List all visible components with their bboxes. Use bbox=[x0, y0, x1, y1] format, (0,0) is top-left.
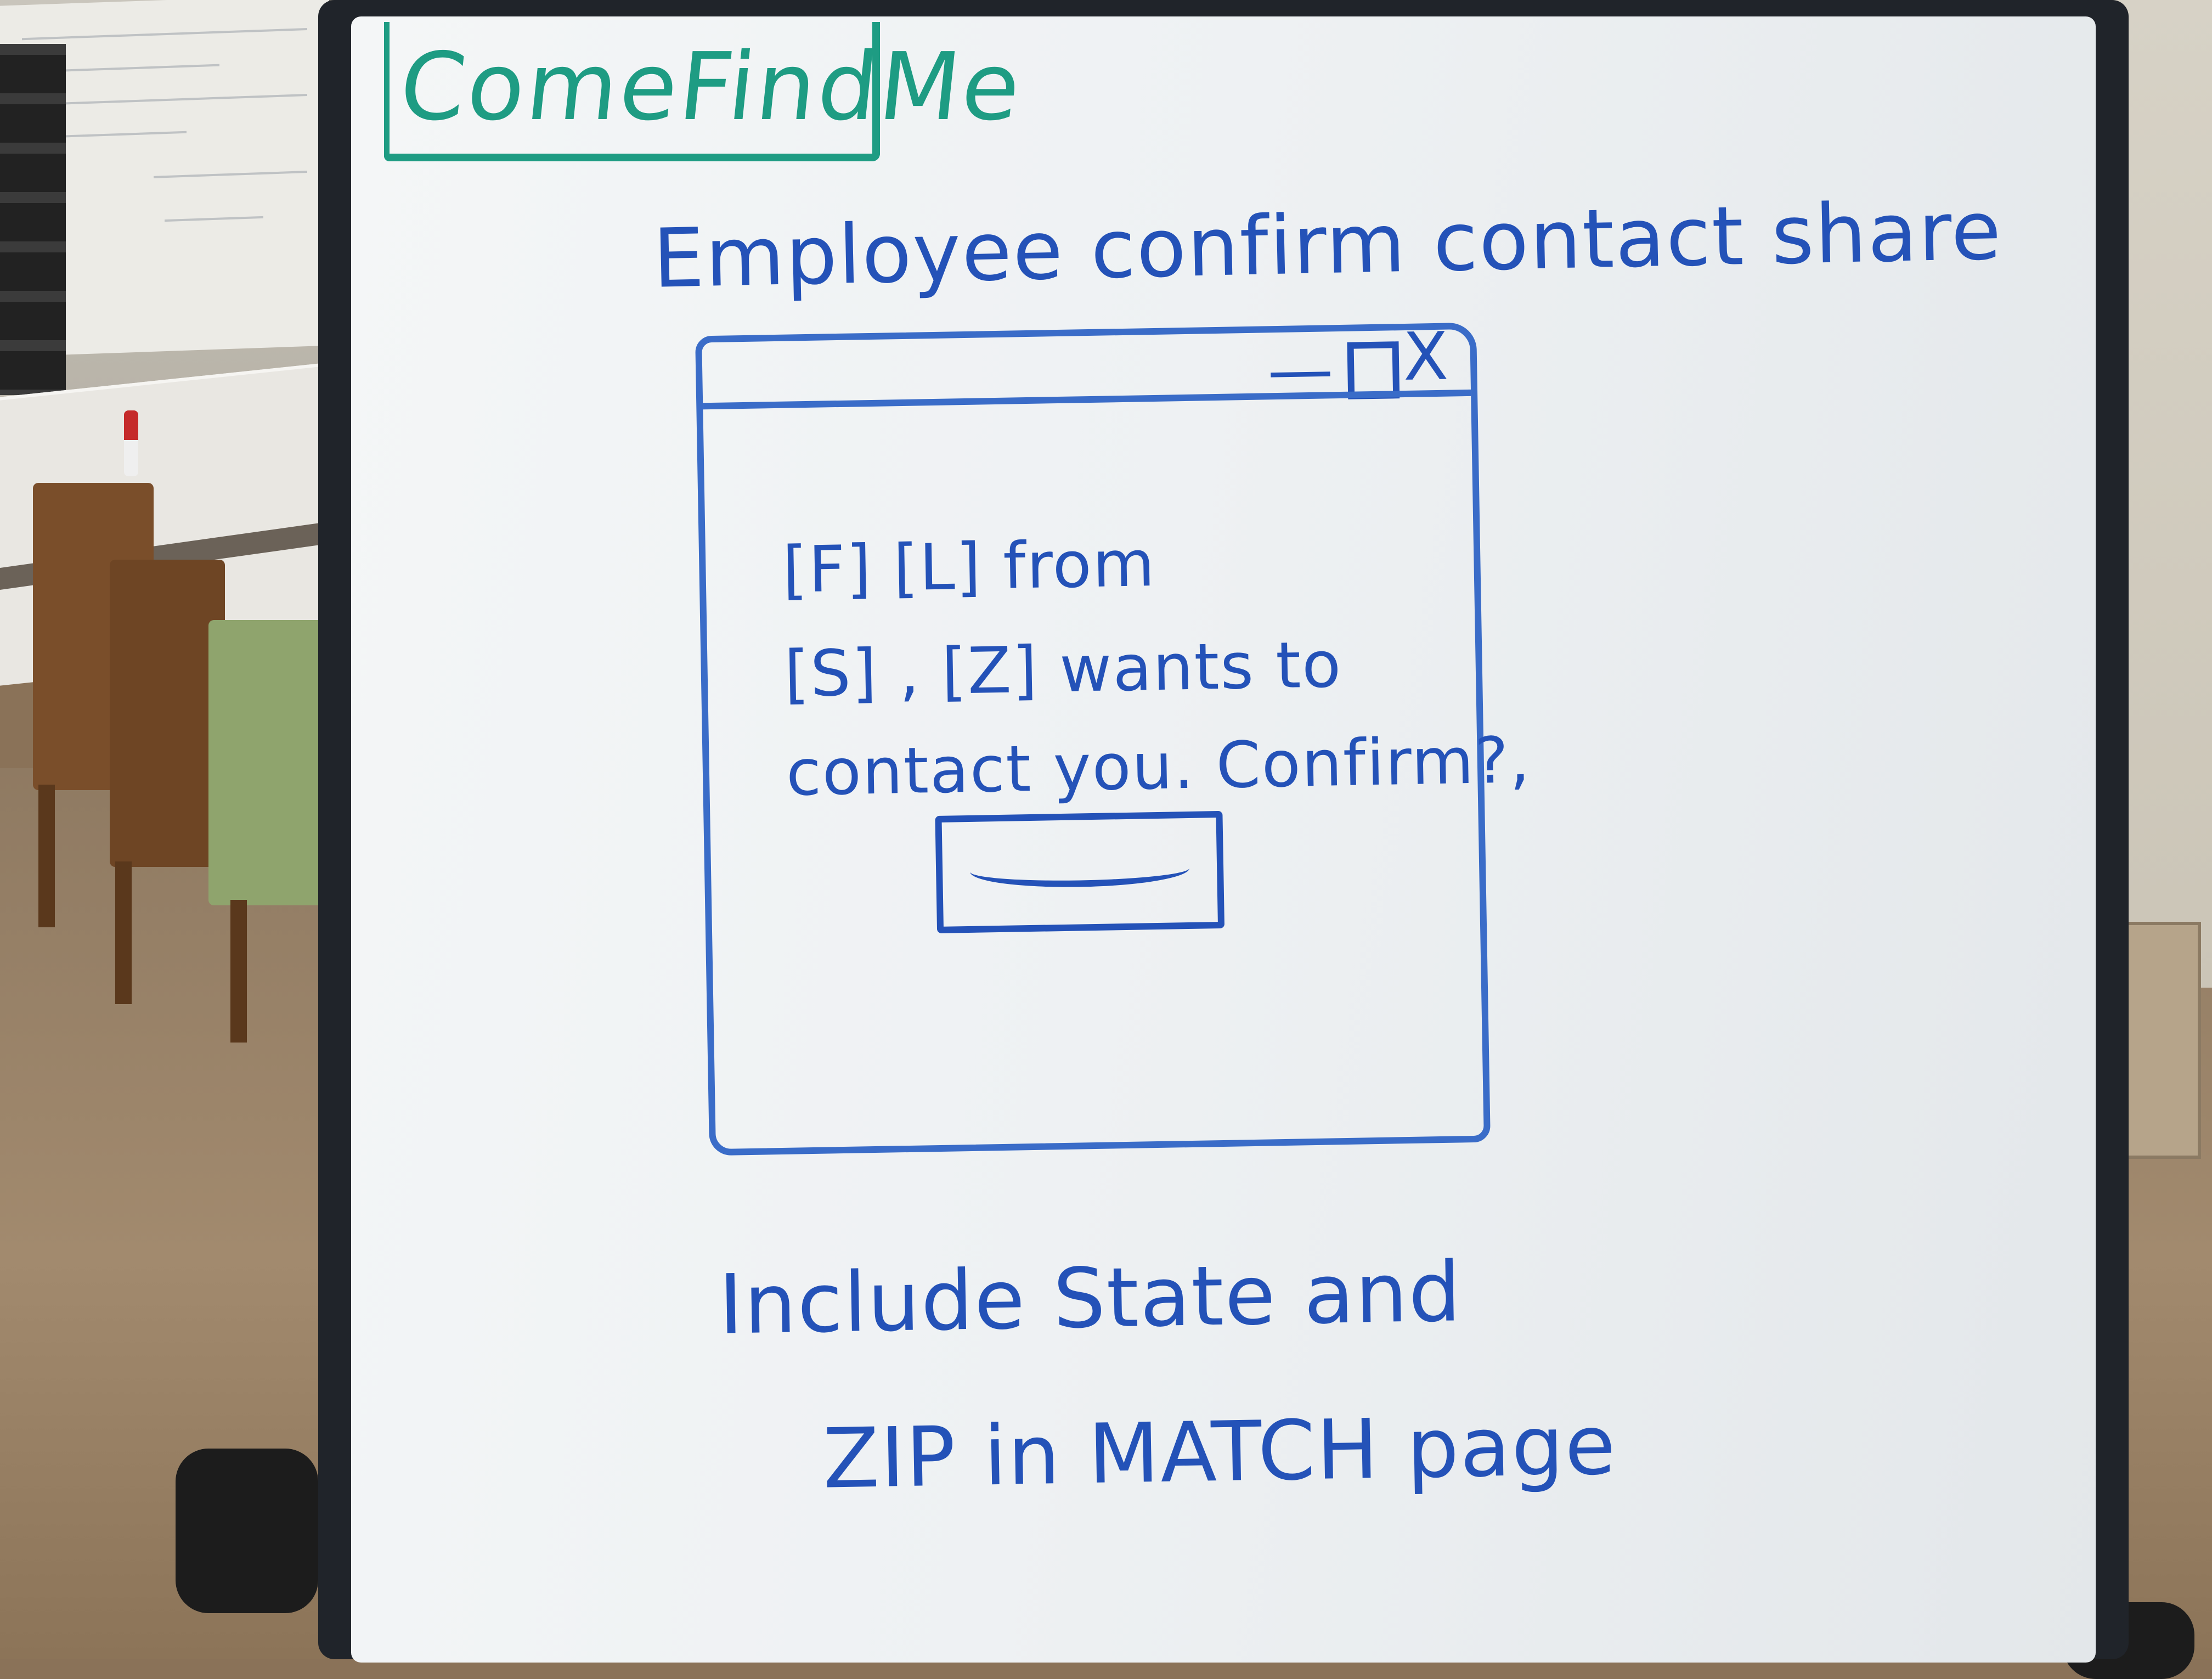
chair-leg bbox=[115, 861, 132, 1004]
message-line: contact you. Confirm?, bbox=[785, 723, 1532, 810]
sketch-titlebar-divider bbox=[703, 389, 1471, 410]
note-line: Include State and bbox=[718, 1244, 1463, 1353]
chair bbox=[110, 560, 225, 1004]
chair-leg bbox=[38, 785, 55, 927]
confirm-button[interactable] bbox=[935, 810, 1225, 934]
app-title: ComeFindMe bbox=[394, 33, 1028, 142]
red-marker bbox=[124, 410, 138, 476]
sketch-window: — X [F] [L] from [S] , [Z] wants to cont… bbox=[695, 319, 1531, 1156]
note-line: ZIP in MATCH page bbox=[822, 1398, 1618, 1507]
chair bbox=[208, 620, 329, 1043]
background-scribble bbox=[22, 28, 307, 41]
message-line: [S] , [Z] wants to bbox=[783, 628, 1343, 712]
background-scribble bbox=[154, 171, 307, 178]
message-line: [F] [L] from bbox=[782, 526, 1156, 607]
bookshelf bbox=[0, 44, 66, 395]
easel-wheel bbox=[176, 1449, 318, 1613]
button-label-squiggle bbox=[969, 850, 1190, 889]
background-scribble bbox=[165, 216, 263, 222]
close-icon[interactable]: X bbox=[1403, 319, 1449, 396]
chair-leg bbox=[230, 900, 247, 1043]
